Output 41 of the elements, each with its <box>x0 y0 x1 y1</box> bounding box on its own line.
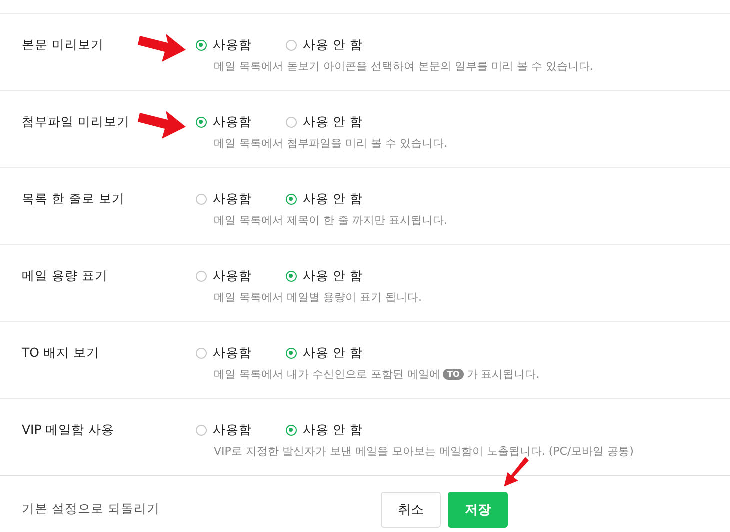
radio-option[interactable]: 사용 안 함 <box>286 422 376 438</box>
to-badge: TO <box>443 369 464 380</box>
radio-icon[interactable] <box>196 348 207 358</box>
radio-option[interactable]: 사용함 <box>196 344 286 362</box>
radio-icon[interactable] <box>196 424 207 436</box>
reset-link[interactable]: 기본 설정으로 되돌리기 <box>0 501 381 518</box>
radio-icon[interactable] <box>196 40 207 50</box>
radio-option[interactable]: 사용함 <box>196 36 286 54</box>
radio-icon[interactable] <box>196 194 207 204</box>
setting-description: 가 표시됩니다. <box>466 367 540 382</box>
radio-option[interactable]: 사용 안 함 <box>286 190 376 208</box>
radio-option[interactable]: 사용함 <box>196 268 286 284</box>
setting-description: 메일 목록에서 첨부파일을 미리 볼 수 있습니다. <box>214 136 448 151</box>
setting-description: 메일 목록에서 돋보기 아이콘을 선택하여 본문의 일부를 미리 볼 수 있습니다. <box>214 59 594 74</box>
setting-label: VIP 메일함 사용 <box>22 422 115 437</box>
setting-label: TO 배지 보기 <box>22 345 100 360</box>
radio-icon[interactable] <box>196 116 207 128</box>
radio-icon[interactable] <box>286 116 297 128</box>
radio-option[interactable]: 사용함 <box>196 114 286 130</box>
arrow-icon <box>503 456 529 488</box>
setting-description: 메일 목록에서 제목이 한 줄 까지만 표시됩니다. <box>214 213 448 228</box>
radio-icon[interactable] <box>286 424 297 436</box>
setting-description: VIP로 지정한 발신자가 보낸 메일을 모아보는 메일함이 노출됩니다. (PC/모바일 공통) <box>214 444 634 459</box>
setting-label: 목록 한 줄로 보기 <box>22 191 125 206</box>
setting-label: 본문 미리보기 <box>22 37 104 52</box>
radio-option[interactable]: 사용 안 함 <box>286 344 376 362</box>
radio-option[interactable]: 사용 안 함 <box>286 36 376 54</box>
setting-description: 메일 목록에서 내가 수신인으로 포함된 메일에 <box>214 367 440 382</box>
radio-option[interactable]: 사용함 <box>196 190 286 208</box>
setting-label: 메일 용량 표기 <box>22 268 108 283</box>
radio-icon[interactable] <box>286 270 297 282</box>
radio-icon[interactable] <box>286 194 297 204</box>
cancel-button[interactable]: 취소 <box>381 492 441 528</box>
radio-option[interactable]: 사용 안 함 <box>286 268 376 284</box>
setting-label: 첨부파일 미리보기 <box>22 114 130 129</box>
radio-icon[interactable] <box>286 348 297 358</box>
setting-description: 메일 목록에서 메일별 용량이 표기 됩니다. <box>214 290 422 305</box>
radio-option[interactable]: 사용 안 함 <box>286 114 376 130</box>
radio-icon[interactable] <box>286 40 297 50</box>
radio-icon[interactable] <box>196 270 207 282</box>
radio-option[interactable]: 사용함 <box>196 422 286 438</box>
